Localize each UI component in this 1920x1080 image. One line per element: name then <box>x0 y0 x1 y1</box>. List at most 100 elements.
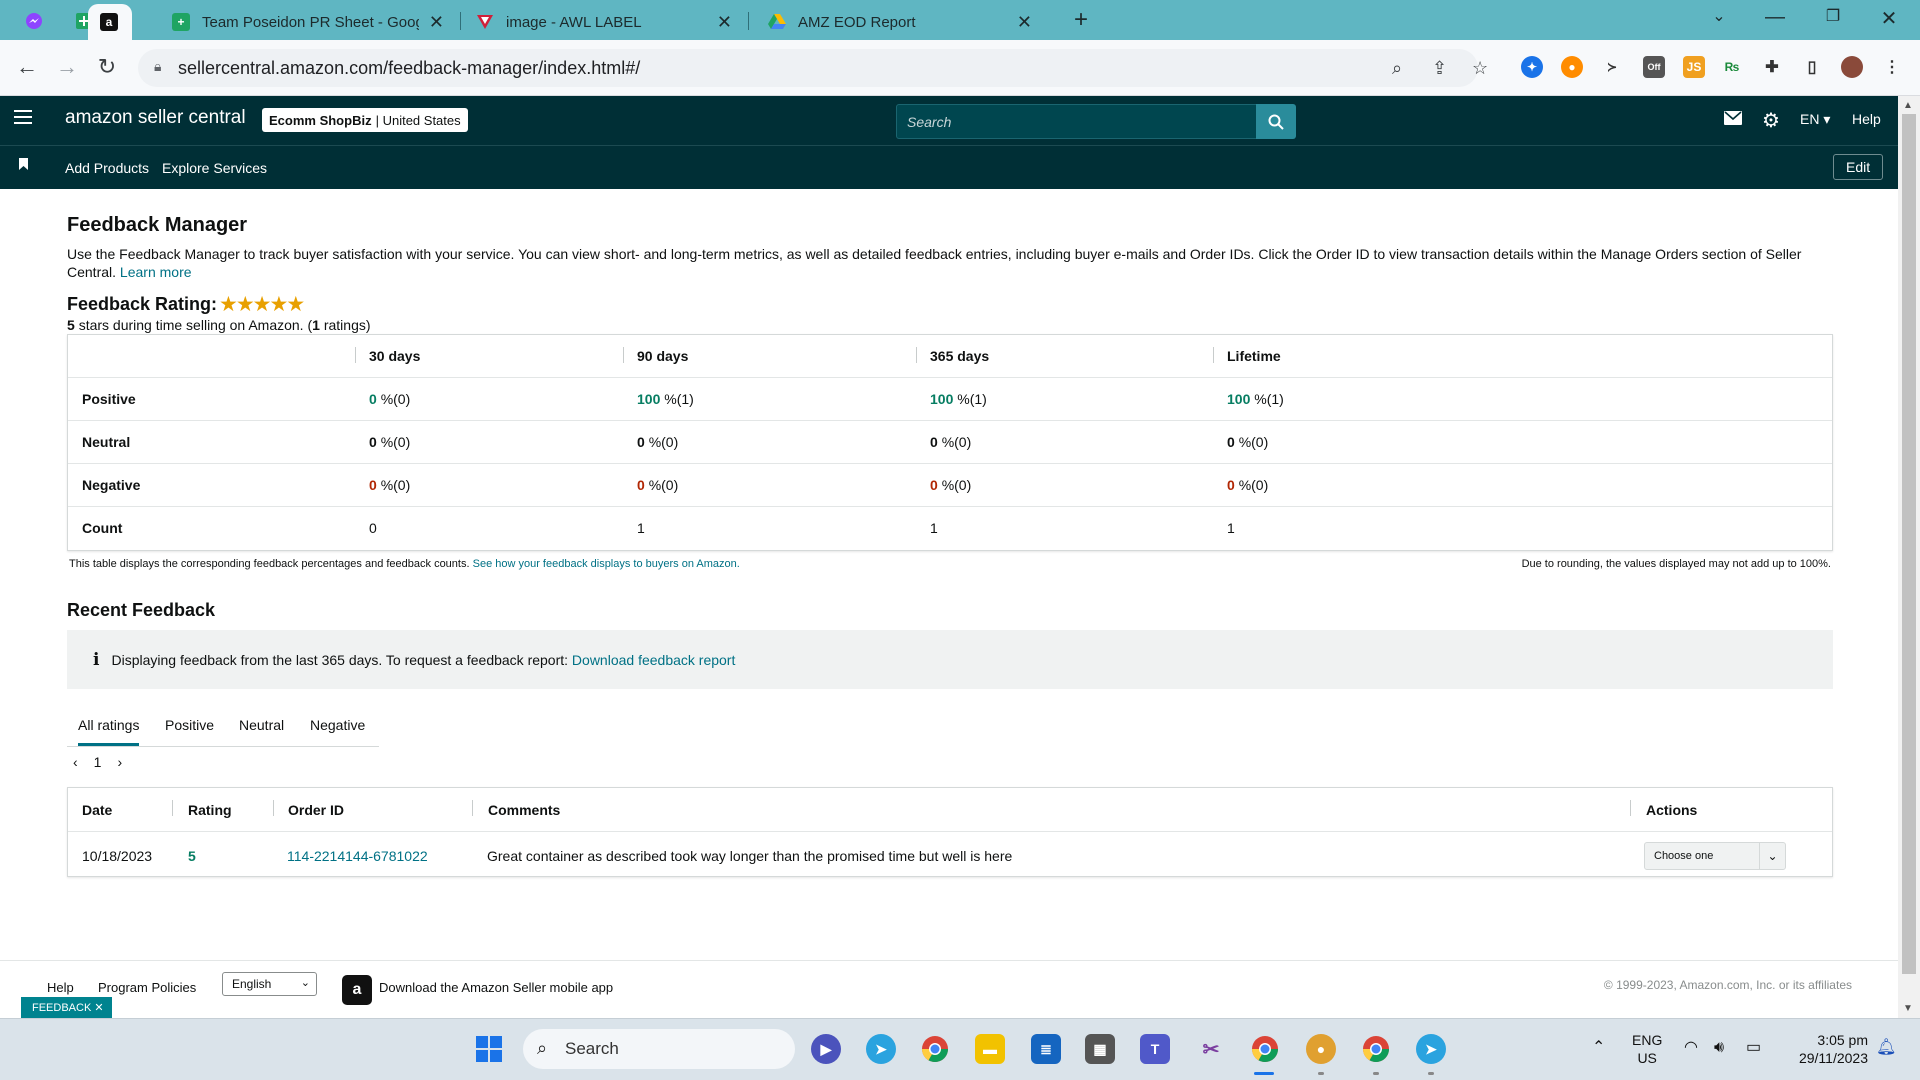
close-icon[interactable]: ✕ <box>717 12 732 33</box>
footer-help-link[interactable]: Help <box>47 980 74 995</box>
snipping-tool-icon[interactable]: ✂ <box>1196 1034 1226 1064</box>
close-icon[interactable]: ✕ <box>429 12 444 33</box>
windows-start-icon[interactable] <box>474 1034 504 1064</box>
chevron-left-icon[interactable]: ‹ <box>73 754 78 770</box>
settings-gear-icon[interactable]: ⚙ <box>1762 108 1780 133</box>
chrome-profile-icon[interactable] <box>1361 1034 1391 1064</box>
explore-services-link[interactable]: Explore Services <box>162 160 267 176</box>
scrollbar-thumb[interactable] <box>1902 114 1916 974</box>
calculator-icon[interactable]: ▦ <box>1085 1034 1115 1064</box>
amazon-app-icon[interactable]: a <box>342 975 372 1005</box>
order-id-link[interactable]: 114-2214144-6781022 <box>287 848 428 864</box>
notepad-icon[interactable]: ≣ <box>1031 1034 1061 1064</box>
share-icon[interactable]: ⇪ <box>1432 58 1447 79</box>
tab-negative[interactable]: Negative <box>310 717 365 733</box>
search-input[interactable]: Search <box>896 104 1260 139</box>
sidebar-icon[interactable]: ▯ <box>1801 56 1823 78</box>
tab-separator <box>460 12 461 30</box>
search-icon: ⌕ <box>537 1038 548 1058</box>
puzzle-icon[interactable]: ✚ <box>1761 56 1783 78</box>
page-number[interactable]: 1 <box>94 754 102 770</box>
download-feedback-report-link[interactable]: Download feedback report <box>572 652 735 668</box>
column-header: Order ID <box>288 802 345 818</box>
store-switcher[interactable]: Ecomm ShopBiz | United States <box>262 108 468 132</box>
language-selector[interactable]: EN ▾ <box>1800 111 1830 128</box>
input-language[interactable]: ENG US <box>1632 1031 1662 1067</box>
tab-search-button[interactable]: ⌄ <box>1696 6 1742 26</box>
extension-icon[interactable]: ● <box>1561 56 1583 78</box>
profile-avatar[interactable] <box>1841 56 1863 78</box>
feedback-metrics-table: 30 days 90 days 365 days Lifetime Positi… <box>67 334 1833 551</box>
tab-awl-label[interactable]: image - AWL LABEL ✕ <box>462 4 746 40</box>
notification-bell-icon[interactable]: 🔔︎ <box>1876 1039 1896 1057</box>
extension-icon[interactable]: ✦ <box>1521 56 1543 78</box>
help-link[interactable]: Help <box>1852 111 1881 127</box>
chevron-right-icon[interactable]: › <box>117 754 122 770</box>
teams-meet-icon[interactable]: ▶ <box>811 1034 841 1064</box>
menu-kebab-icon[interactable]: ⋮ <box>1881 56 1903 78</box>
download-app-link[interactable]: Download the Amazon Seller mobile app <box>379 980 613 995</box>
app-indicator <box>1373 1072 1379 1075</box>
search-icon <box>1268 114 1284 130</box>
awl-label-icon <box>476 13 494 31</box>
feedback-tab-button[interactable]: FEEDBACK ✕ <box>21 997 112 1018</box>
hamburger-menu-icon[interactable] <box>14 110 32 128</box>
close-icon[interactable]: ✕ <box>1017 12 1032 33</box>
close-icon[interactable]: ✕ <box>94 1001 103 1014</box>
clock[interactable]: 3:05 pm 29/11/2023 <box>1784 1031 1868 1067</box>
edit-nav-button[interactable]: Edit <box>1833 154 1884 180</box>
taskbar-search[interactable]: ⌕ Search <box>523 1029 795 1069</box>
js-extension-icon[interactable]: JS <box>1683 56 1705 78</box>
add-products-link[interactable]: Add Products <box>65 160 149 176</box>
mail-icon[interactable] <box>1724 110 1742 130</box>
search-button[interactable] <box>1256 104 1296 139</box>
learn-more-link[interactable]: Learn more <box>120 264 192 280</box>
wifi-icon[interactable]: ◠ <box>1684 1039 1698 1057</box>
new-tab-button[interactable]: + <box>1058 6 1104 34</box>
maximize-button[interactable]: ❐ <box>1810 6 1856 26</box>
url-input[interactable]: 🔒︎ sellercentral.amazon.com/feedback-man… <box>138 49 1488 87</box>
chevron-down-icon[interactable]: ⌄ <box>1759 843 1785 869</box>
tab-team-poseidon[interactable]: + Team Poseidon PR Sheet - Goog ✕ <box>158 4 458 40</box>
chrome-icon[interactable] <box>920 1034 950 1064</box>
tab-amazon-active[interactable]: a <box>88 4 132 40</box>
program-policies-link[interactable]: Program Policies <box>98 980 196 995</box>
scroll-up-icon[interactable]: ▲ <box>1903 100 1913 111</box>
messenger-tab-icon[interactable] <box>14 6 54 36</box>
action-dropdown[interactable]: Choose one ⌄ <box>1644 842 1786 870</box>
file-explorer-icon[interactable]: ▬ <box>975 1034 1005 1064</box>
app-icon[interactable]: ● <box>1306 1034 1336 1064</box>
feedback-display-link[interactable]: See how your feedback displays to buyers… <box>473 558 740 570</box>
extension-icon[interactable]: ≻ <box>1601 56 1623 78</box>
extension-icon[interactable]: ₨ <box>1721 56 1743 78</box>
telegram-icon[interactable]: ➤ <box>1416 1034 1446 1064</box>
forward-icon[interactable]: → <box>52 54 82 80</box>
telegram-icon[interactable]: ➤ <box>866 1034 896 1064</box>
tab-all-ratings[interactable]: All ratings <box>78 717 140 746</box>
tab-positive[interactable]: Positive <box>165 717 214 733</box>
feedback-date: 10/18/2023 <box>82 848 153 864</box>
tab-neutral[interactable]: Neutral <box>239 717 284 733</box>
volume-icon[interactable]: 🔊︎ <box>1714 1039 1724 1057</box>
seller-central-logo[interactable]: amazon seller central <box>65 107 246 129</box>
chrome-profile-icon[interactable] <box>1250 1034 1280 1064</box>
scroll-down-icon[interactable]: ▼ <box>1903 1003 1913 1014</box>
column-header: 365 days <box>930 348 990 364</box>
reload-icon[interactable]: ↻ <box>92 54 122 80</box>
bookmark-icon[interactable] <box>19 158 28 173</box>
back-icon[interactable]: ← <box>12 54 42 80</box>
battery-icon[interactable]: ▭ <box>1746 1039 1761 1057</box>
show-hidden-icons[interactable]: ⌃ <box>1592 1039 1605 1057</box>
app-indicator <box>1318 1072 1324 1075</box>
page-description: Use the Feedback Manager to track buyer … <box>67 246 1802 280</box>
column-header: 30 days <box>369 348 421 364</box>
close-window-button[interactable]: ✕ <box>1866 6 1912 31</box>
teams-icon[interactable]: T <box>1140 1034 1170 1064</box>
minimize-button[interactable]: — <box>1752 6 1798 29</box>
footer-language-select[interactable]: English ⌄ <box>222 972 317 996</box>
tab-amz-eod-report[interactable]: AMZ EOD Report ✕ <box>754 4 1046 40</box>
zoom-icon[interactable]: ⌕ <box>1392 58 1402 79</box>
bookmark-star-icon[interactable]: ☆ <box>1472 58 1488 79</box>
page-scrollbar[interactable]: ▲ ▼ <box>1898 96 1920 1018</box>
extension-off-icon[interactable]: Off <box>1643 56 1665 78</box>
